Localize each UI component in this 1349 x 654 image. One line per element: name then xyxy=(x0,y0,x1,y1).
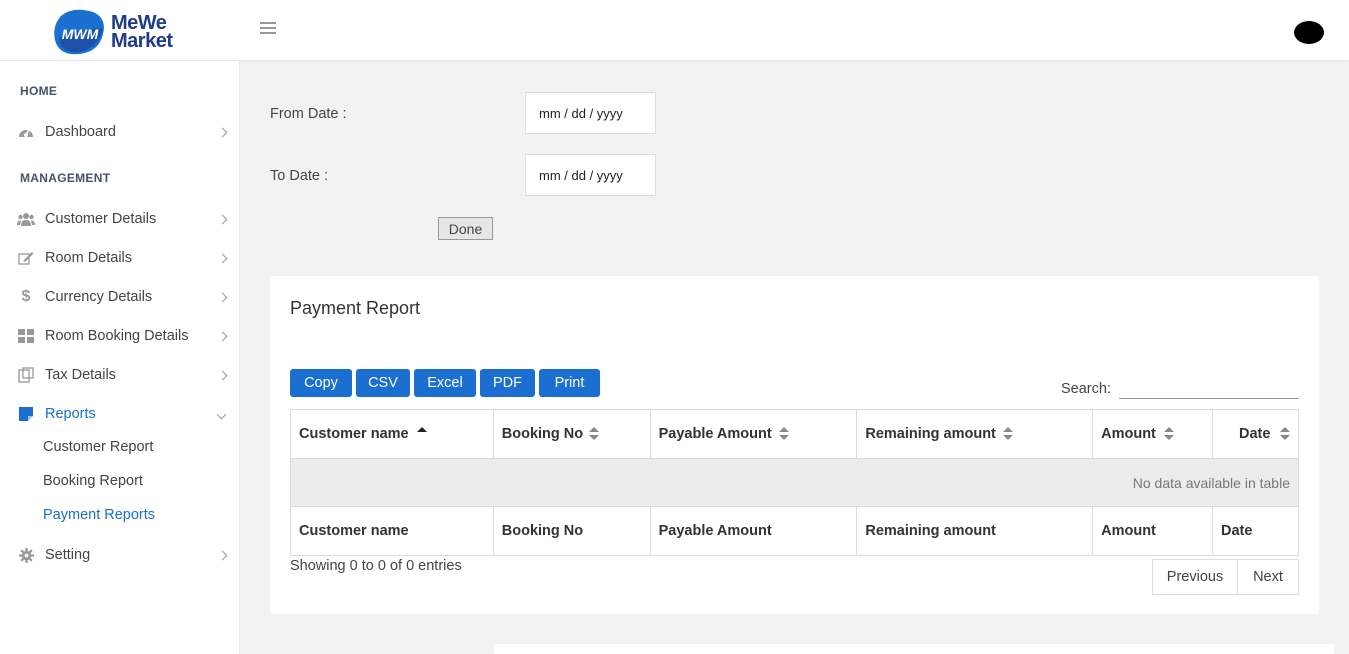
payment-report-card: Payment Report Copy CSV Excel PDF Print … xyxy=(270,276,1319,614)
sort-icon xyxy=(1003,427,1014,441)
column-header-amount[interactable]: Amount xyxy=(1092,409,1213,459)
sidebar-item-room-booking-details[interactable]: Room Booking Details xyxy=(0,323,240,349)
report-icon xyxy=(17,405,35,423)
sort-icon xyxy=(778,427,789,441)
footer-date: Date xyxy=(1212,506,1299,556)
search-input[interactable] xyxy=(1119,379,1299,399)
logo-text: MeWe Market xyxy=(111,12,173,52)
column-header-date[interactable]: Date xyxy=(1212,409,1299,459)
column-header-booking-no[interactable]: Booking No xyxy=(492,409,651,459)
chevron-right-icon xyxy=(217,253,228,263)
dollar-icon: $ xyxy=(21,288,31,305)
edit-icon xyxy=(17,249,35,267)
from-date-label: From Date : xyxy=(270,106,347,122)
section-title-home: HOME xyxy=(20,84,58,98)
grid-icon xyxy=(17,327,35,345)
footer-payable-amount: Payable Amount xyxy=(649,506,858,556)
sort-asc-icon xyxy=(417,427,427,441)
pdf-button[interactable]: PDF xyxy=(480,369,535,397)
dashboard-icon xyxy=(17,123,35,141)
menu-toggle-icon[interactable] xyxy=(260,22,276,36)
chevron-right-icon xyxy=(217,292,228,302)
copy-button[interactable]: Copy xyxy=(290,369,352,397)
done-button[interactable]: Done xyxy=(438,217,493,240)
logo-mark-icon: MWM xyxy=(53,8,107,56)
sidebar-item-reports[interactable]: Reports xyxy=(0,401,240,427)
chevron-right-icon xyxy=(217,370,228,380)
clipboard-icon xyxy=(17,366,35,384)
chevron-right-icon xyxy=(217,331,228,341)
column-header-customer-name[interactable]: Customer name xyxy=(290,409,494,459)
empty-table-message: No data available in table xyxy=(290,458,1299,507)
sidebar-item-setting[interactable]: Setting xyxy=(0,542,240,568)
column-header-payable-amount[interactable]: Payable Amount xyxy=(649,409,858,459)
sidebar-subitem-customer-report[interactable]: Customer Report xyxy=(43,439,153,455)
search-label: Search: xyxy=(1061,381,1111,397)
chevron-right-icon xyxy=(217,214,228,224)
section-title-management: MANAGEMENT xyxy=(20,171,111,185)
sidebar-item-dashboard[interactable]: Dashboard xyxy=(0,119,240,145)
sidebar-item-customer-details[interactable]: Customer Details xyxy=(0,206,240,232)
sidebar-subitem-payment-reports[interactable]: Payment Reports xyxy=(43,507,155,523)
sort-icon xyxy=(1164,427,1175,441)
logo[interactable]: MWM MeWe Market xyxy=(53,7,173,57)
print-button[interactable]: Print xyxy=(539,369,600,397)
users-icon xyxy=(17,210,35,228)
excel-button[interactable]: Excel xyxy=(414,369,476,397)
previous-button[interactable]: Previous xyxy=(1152,559,1238,595)
avatar[interactable] xyxy=(1294,21,1324,44)
to-date-input[interactable]: mm / dd / yyyy xyxy=(525,154,656,196)
column-header-remaining-amount[interactable]: Remaining amount xyxy=(856,409,1094,459)
footer-booking-no: Booking No xyxy=(492,506,651,556)
from-date-input[interactable]: mm / dd / yyyy xyxy=(525,92,656,134)
sort-icon xyxy=(1280,427,1290,441)
sidebar-subitem-booking-report[interactable]: Booking Report xyxy=(43,473,143,489)
sidebar: HOME Dashboard MANAGEMENT Customer Detai… xyxy=(0,61,240,654)
table-info: Showing 0 to 0 of 0 entries xyxy=(290,558,462,574)
gear-icon xyxy=(17,546,35,564)
to-date-label: To Date : xyxy=(270,168,329,184)
payment-table: Customer name Booking No Payable Amount … xyxy=(290,409,1299,556)
export-buttons: Copy CSV Excel PDF Print xyxy=(290,369,604,397)
chevron-down-icon xyxy=(216,409,227,419)
page-title: Payment Report xyxy=(290,298,421,318)
next-button[interactable]: Next xyxy=(1238,559,1299,595)
sidebar-item-tax-details[interactable]: Tax Details xyxy=(0,362,240,388)
sort-icon xyxy=(588,427,599,441)
csv-button[interactable]: CSV xyxy=(356,369,410,397)
chevron-right-icon xyxy=(217,550,228,560)
sidebar-item-room-details[interactable]: Room Details xyxy=(0,245,240,271)
chevron-right-icon xyxy=(217,127,228,137)
footer-customer-name: Customer name xyxy=(290,506,494,556)
footer-remaining-amount: Remaining amount xyxy=(856,506,1094,556)
top-bar: MWM MeWe Market xyxy=(0,0,1349,61)
bottom-card xyxy=(494,644,1334,654)
table-row: No data available in table xyxy=(290,458,1299,507)
sidebar-item-currency-details[interactable]: $ Currency Details xyxy=(0,284,240,310)
footer-amount: Amount xyxy=(1092,506,1213,556)
pagination: Previous Next xyxy=(1152,559,1299,595)
svg-text:MWM: MWM xyxy=(62,26,99,42)
